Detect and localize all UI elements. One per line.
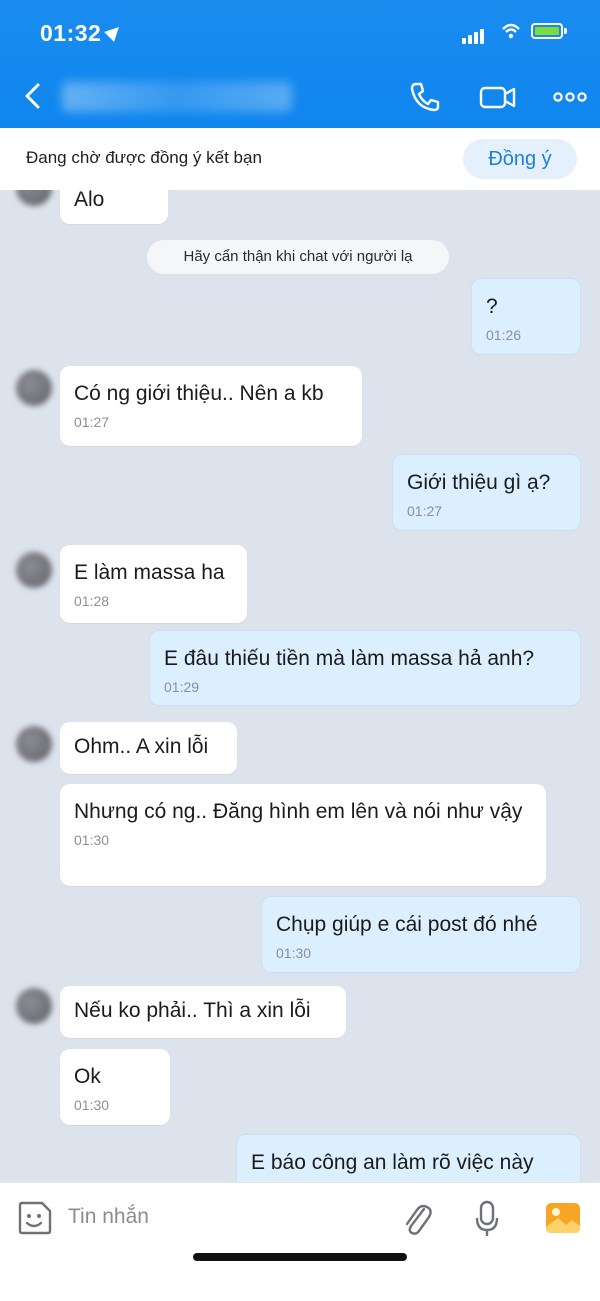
message-text: E làm massa ha xyxy=(74,561,225,584)
friend-request-bar: Đang chờ được đồng ý kết bạn Đồng ý xyxy=(0,128,600,190)
message-text: Chụp giúp e cái post đó nhé xyxy=(276,913,538,936)
message-input[interactable]: Tin nhắn xyxy=(68,1205,149,1229)
chat-messages[interactable]: Alo Hãy cẩn thận khi chat với người lạ ?… xyxy=(0,190,600,1182)
microphone-icon[interactable] xyxy=(474,1199,500,1239)
message-bubble[interactable]: Có ng giới thiệu.. Nên a kb 01:27 xyxy=(60,366,362,446)
image-icon[interactable] xyxy=(544,1199,582,1237)
message-bubble[interactable]: Ohm.. A xin lỗi xyxy=(60,722,237,774)
message-bubble[interactable]: Chụp giúp e cái post đó nhé 01:30 xyxy=(261,896,581,973)
attachment-icon[interactable] xyxy=(400,1199,434,1239)
wifi-icon xyxy=(502,23,520,39)
message-bubble[interactable]: Nếu ko phải.. Thì a xin lỗi xyxy=(60,986,346,1038)
message-input-bar: Tin nhắn xyxy=(0,1182,600,1301)
message-text: E đâu thiếu tiền mà làm massa hả anh? xyxy=(164,647,535,670)
message-time: 01:27 xyxy=(407,503,443,520)
avatar[interactable] xyxy=(16,552,52,588)
message-text: Có ng giới thiệu.. Nên a kb xyxy=(74,382,324,405)
sticker-icon[interactable] xyxy=(16,1199,54,1237)
video-call-icon[interactable] xyxy=(478,80,518,114)
accept-friend-button[interactable]: Đồng ý xyxy=(463,139,577,179)
message-bubble[interactable]: E đâu thiếu tiền mà làm massa hả anh? 01… xyxy=(149,630,581,706)
message-bubble[interactable]: Alo xyxy=(60,190,168,224)
message-text: E báo công an làm rõ việc này xyxy=(251,1151,534,1174)
message-bubble[interactable]: Nhưng có ng.. Đăng hình em lên và nói nh… xyxy=(60,784,546,886)
back-arrow-icon[interactable] xyxy=(18,80,46,112)
avatar[interactable] xyxy=(16,726,52,762)
message-bubble[interactable]: E báo công an làm rõ việc này xyxy=(236,1134,581,1182)
message-time: 01:30 xyxy=(74,1097,110,1114)
avatar[interactable] xyxy=(16,190,52,206)
message-text: Nhưng có ng.. Đăng hình em lên và nói nh… xyxy=(74,800,523,823)
home-indicator[interactable] xyxy=(193,1253,407,1261)
message-time: 01:30 xyxy=(276,945,312,962)
phone-icon[interactable] xyxy=(408,80,442,114)
more-options-icon[interactable] xyxy=(552,80,588,114)
signal-icon xyxy=(462,26,486,44)
status-time: 01:32 xyxy=(40,20,125,47)
message-time: 01:27 xyxy=(74,414,110,431)
location-arrow-icon xyxy=(104,22,125,42)
message-time: 01:26 xyxy=(486,327,522,344)
avatar[interactable] xyxy=(16,370,52,406)
message-bubble[interactable]: E làm massa ha 01:28 xyxy=(60,545,247,623)
message-text: Nếu ko phải.. Thì a xin lỗi xyxy=(74,999,311,1022)
avatar[interactable] xyxy=(16,988,52,1024)
chat-header: 01:32 xyxy=(0,0,600,128)
message-text: ? xyxy=(486,295,498,318)
message-time: 01:28 xyxy=(74,593,110,610)
message-bubble[interactable]: Ok 01:30 xyxy=(60,1049,170,1125)
message-bubble[interactable]: Giới thiệu gì ạ? 01:27 xyxy=(392,454,581,531)
message-text: Ok xyxy=(74,1065,101,1088)
message-text: Giới thiệu gì ạ? xyxy=(407,471,551,494)
friend-request-status: Đang chờ được đồng ý kết bạn xyxy=(26,148,262,167)
message-text: Alo xyxy=(74,190,105,211)
message-bubble[interactable]: ? 01:26 xyxy=(471,278,581,355)
safety-notice: Hãy cẩn thận khi chat với người lạ xyxy=(147,240,449,274)
message-time: 01:30 xyxy=(74,832,110,849)
battery-icon xyxy=(531,23,567,39)
contact-name[interactable] xyxy=(62,82,292,112)
message-time: 01:29 xyxy=(164,679,200,696)
message-text: Ohm.. A xin lỗi xyxy=(74,735,209,758)
